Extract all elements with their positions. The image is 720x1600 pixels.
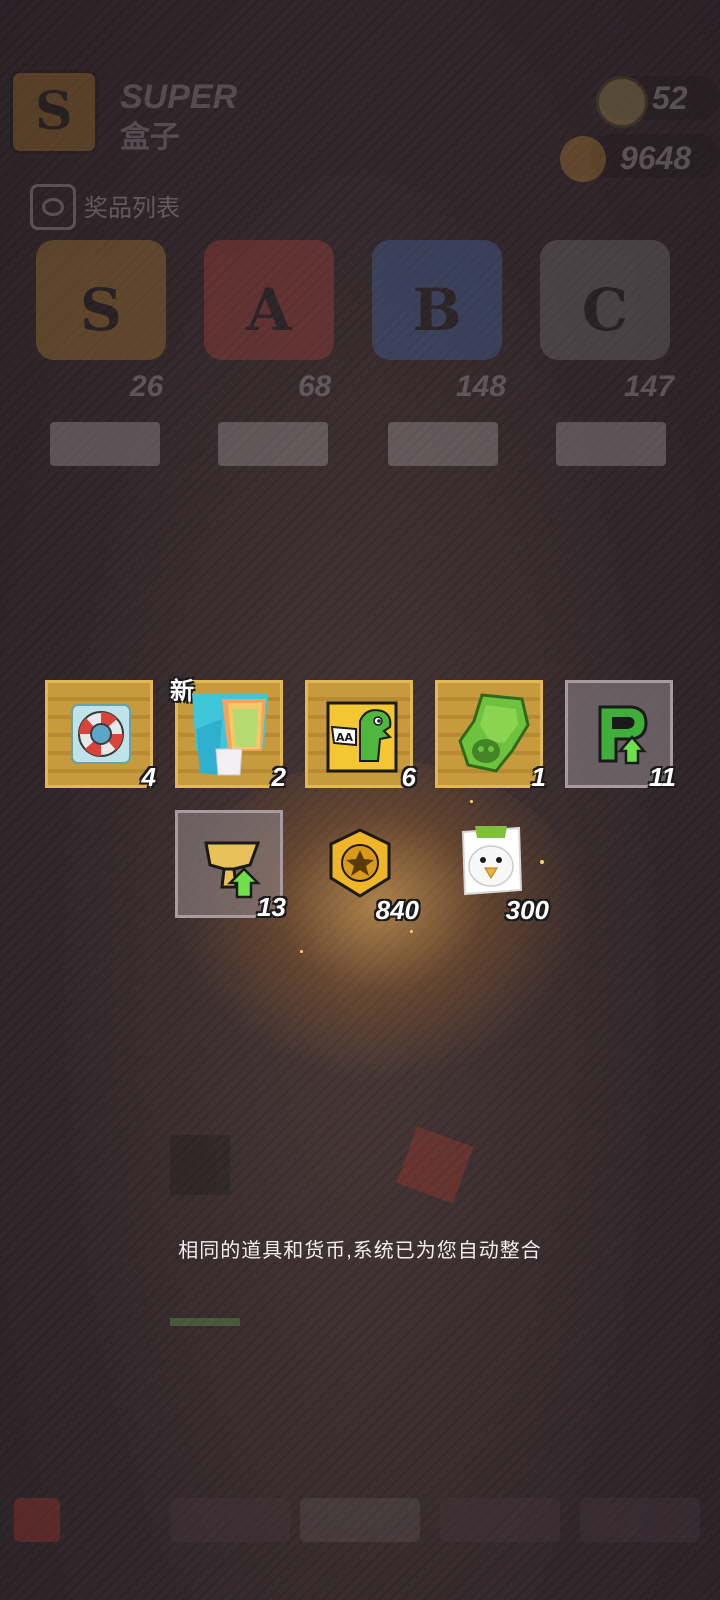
bottom-nav [0, 1490, 720, 1550]
progress-underlay [170, 1318, 240, 1326]
dino-sticker-icon: AA [326, 701, 398, 773]
nav-item-2[interactable] [170, 1498, 290, 1542]
reward-item[interactable]: 1 [435, 680, 546, 792]
green-spray-icon [458, 693, 530, 773]
chicken-count: 9648 [620, 140, 692, 176]
sparkle [300, 950, 303, 953]
life-ring-icon [71, 704, 131, 764]
item-count: 4 [141, 762, 156, 792]
svg-text:AA: AA [336, 731, 354, 744]
super-box-logo: S [10, 70, 98, 154]
box-tile-c[interactable]: C [540, 240, 670, 360]
reward-item[interactable]: 4 [45, 680, 156, 792]
box-button-c[interactable] [556, 422, 666, 466]
box-button-a[interactable] [218, 422, 328, 466]
box-tile-a[interactable]: A [204, 240, 334, 360]
item-count: 300 [505, 895, 549, 925]
item-count: 6 [401, 762, 416, 792]
sparkle [470, 800, 473, 803]
item-count: 840 [375, 895, 419, 925]
item-count: 13 [257, 892, 286, 922]
rainbow-outfit-icon [192, 693, 268, 776]
box-tile-s[interactable]: S [36, 240, 166, 360]
logo-letter: S [35, 81, 73, 142]
item-count: 1 [531, 762, 546, 792]
rank-up-card-icon [598, 705, 648, 765]
box-letter: B [412, 276, 462, 344]
box-count-b: 148 [456, 370, 507, 403]
item-count: 11 [649, 762, 676, 792]
star-coin-icon [329, 828, 391, 898]
box-title-cn: 盒子 [120, 121, 180, 154]
box-count-c: 147 [624, 370, 675, 403]
duck-token-icon [461, 826, 523, 896]
eye-icon[interactable] [30, 184, 76, 230]
box-letter: A [246, 276, 292, 344]
nav-item-4[interactable] [440, 1498, 560, 1542]
prize-list-label: 奖品列表 [84, 195, 180, 222]
sparkle [540, 860, 544, 864]
box-letter: S [80, 276, 122, 344]
box-button-b[interactable] [388, 422, 498, 466]
merge-notice: 相同的道具和货币,系统已为您自动整合 [178, 1240, 542, 1262]
trophy-up-card-icon [204, 841, 262, 899]
box-letter: C [581, 276, 629, 344]
box-count-s: 26 [130, 370, 164, 403]
reward-item[interactable]: 新 2 [170, 678, 286, 792]
nav-item-3[interactable] [300, 1498, 420, 1542]
box-tile-b[interactable]: B [372, 240, 502, 360]
reward-item[interactable]: 13 [175, 810, 286, 922]
sparkle [410, 930, 413, 933]
underlay-icon-left [170, 1135, 230, 1195]
drumstick-icon [560, 136, 606, 182]
box-button-s[interactable] [50, 422, 160, 466]
nav-item-home[interactable] [14, 1498, 60, 1542]
coin-count: 52 [652, 80, 688, 116]
reward-item[interactable]: 840 [305, 810, 419, 925]
reward-item[interactable]: AA 6 [305, 680, 416, 792]
coin-icon [596, 76, 648, 128]
item-count: 2 [271, 762, 286, 792]
nav-item-5[interactable] [580, 1498, 700, 1542]
reward-item[interactable]: 11 [565, 680, 676, 792]
box-count-a: 68 [298, 370, 332, 403]
reward-item[interactable]: 300 [435, 810, 549, 925]
